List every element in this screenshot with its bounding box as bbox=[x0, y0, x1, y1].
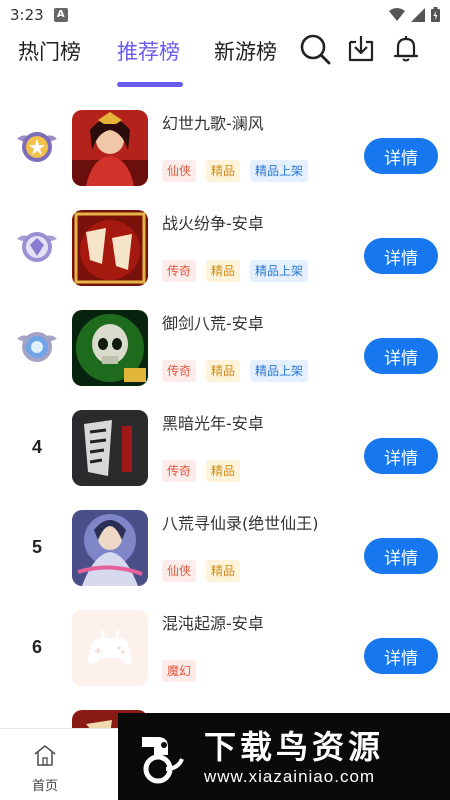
list-item[interactable]: 6 混沌起源-安卓 魔幻 详情 bbox=[0, 600, 450, 700]
gamepad-placeholder-icon bbox=[87, 630, 133, 664]
game-title: 黑暗光年-安卓 bbox=[162, 414, 264, 433]
rank-number: 4 bbox=[31, 436, 42, 457]
game-title: 幻世九歌-澜风 bbox=[162, 114, 264, 133]
genre-tag: 传奇 bbox=[162, 360, 197, 382]
game-icon[interactable] bbox=[72, 510, 148, 586]
quality-tag: 精品 bbox=[206, 560, 241, 582]
details-button[interactable]: 详情 bbox=[364, 538, 438, 574]
rank-medal bbox=[12, 222, 62, 272]
quality-tag: 精品 bbox=[206, 160, 241, 182]
tag-list: 仙侠 精品 bbox=[162, 560, 241, 582]
ranking-tab-bar: 热门榜 推荐榜 新游榜 bbox=[0, 30, 450, 94]
bell-icon[interactable] bbox=[389, 32, 423, 66]
list-item[interactable]: 幻世九歌-澜风 仙侠 精品 精品上架 详情 bbox=[0, 100, 450, 200]
genre-tag: 仙侠 bbox=[162, 560, 197, 582]
quality-tag: 精品 bbox=[206, 260, 241, 282]
rank-number-container: 6 bbox=[12, 622, 62, 672]
featured-tag: 精品上架 bbox=[250, 160, 309, 182]
rank-number: 5 bbox=[31, 536, 42, 557]
bronze-medal-icon bbox=[17, 332, 57, 362]
search-icon[interactable] bbox=[298, 32, 332, 66]
tag-list: 仙侠 精品 精品上架 bbox=[162, 160, 309, 182]
wifi-icon bbox=[389, 7, 405, 21]
genre-tag: 传奇 bbox=[162, 460, 197, 482]
rank-number: 6 bbox=[31, 636, 42, 657]
tag-list: 传奇 精品 精品上架 bbox=[162, 360, 309, 382]
game-title: 战火纷争-安卓 bbox=[162, 214, 264, 233]
download-icon[interactable] bbox=[344, 32, 378, 66]
list-item[interactable]: 御剑八荒-安卓 传奇 精品 精品上架 详情 bbox=[0, 300, 450, 400]
list-item[interactable]: 4 黑暗光年-安卓 传奇 精品 详情 bbox=[0, 400, 450, 500]
details-button[interactable]: 详情 bbox=[364, 238, 438, 274]
details-button[interactable]: 详情 bbox=[364, 338, 438, 374]
quality-tag: 精品 bbox=[206, 360, 241, 382]
active-tab-indicator bbox=[117, 82, 183, 87]
rank-medal bbox=[12, 122, 62, 172]
game-title: 八荒寻仙录(绝世仙王) bbox=[162, 514, 319, 533]
game-title: 混沌起源-安卓 bbox=[162, 614, 264, 633]
nav-home-label: 首页 bbox=[31, 779, 58, 794]
game-title: 御剑八荒-安卓 bbox=[162, 314, 264, 333]
status-icons bbox=[389, 7, 440, 22]
game-icon[interactable] bbox=[72, 110, 148, 186]
watermark-url: www.xiazainiao.com bbox=[204, 766, 376, 786]
tab-hot[interactable]: 热门榜 bbox=[18, 36, 81, 66]
nav-home[interactable]: 首页 bbox=[22, 743, 68, 794]
quality-tag: 精品 bbox=[206, 460, 241, 482]
details-button[interactable]: 详情 bbox=[364, 138, 438, 174]
watermark-text: 下载鸟资源 www.xiazainiao.com bbox=[204, 727, 384, 787]
home-icon bbox=[34, 745, 56, 766]
gold-medal-icon bbox=[17, 132, 57, 162]
notification-badge-icon: A bbox=[53, 8, 68, 22]
featured-tag: 精品上架 bbox=[250, 360, 309, 382]
signal-icon bbox=[411, 7, 425, 22]
silver-medal-icon bbox=[17, 232, 57, 262]
featured-tag: 精品上架 bbox=[250, 260, 309, 282]
rank-medal bbox=[12, 322, 62, 372]
battery-icon bbox=[431, 7, 440, 22]
list-item[interactable]: 战火纷争-安卓 传奇 精品 精品上架 详情 bbox=[0, 200, 450, 300]
game-icon[interactable] bbox=[72, 210, 148, 286]
tab-new-games[interactable]: 新游榜 bbox=[214, 36, 277, 66]
game-icon[interactable] bbox=[72, 310, 148, 386]
tag-list: 魔幻 bbox=[162, 660, 197, 682]
tag-list: 传奇 精品 精品上架 bbox=[162, 260, 309, 282]
game-icon[interactable] bbox=[72, 610, 148, 686]
game-icon[interactable] bbox=[72, 410, 148, 486]
list-item[interactable]: 5 八荒寻仙录(绝世仙王) 仙侠 精品 详情 bbox=[0, 500, 450, 600]
details-button[interactable]: 详情 bbox=[364, 438, 438, 474]
genre-tag: 仙侠 bbox=[162, 160, 197, 182]
watermark-title: 下载鸟资源 bbox=[204, 727, 385, 766]
rank-number-container: 4 bbox=[12, 422, 62, 472]
bird-logo-icon bbox=[130, 726, 190, 787]
watermark-banner: 下载鸟资源 www.xiazainiao.com bbox=[118, 713, 450, 800]
details-button[interactable]: 详情 bbox=[364, 638, 438, 674]
status-bar: 3:23 A bbox=[0, 0, 450, 30]
genre-tag: 魔幻 bbox=[162, 660, 197, 682]
tab-recommended[interactable]: 推荐榜 bbox=[117, 36, 180, 66]
rank-number-container: 5 bbox=[12, 522, 62, 572]
tag-list: 传奇 精品 bbox=[162, 460, 241, 482]
status-time: 3:23 bbox=[10, 6, 44, 24]
genre-tag: 传奇 bbox=[162, 260, 197, 282]
